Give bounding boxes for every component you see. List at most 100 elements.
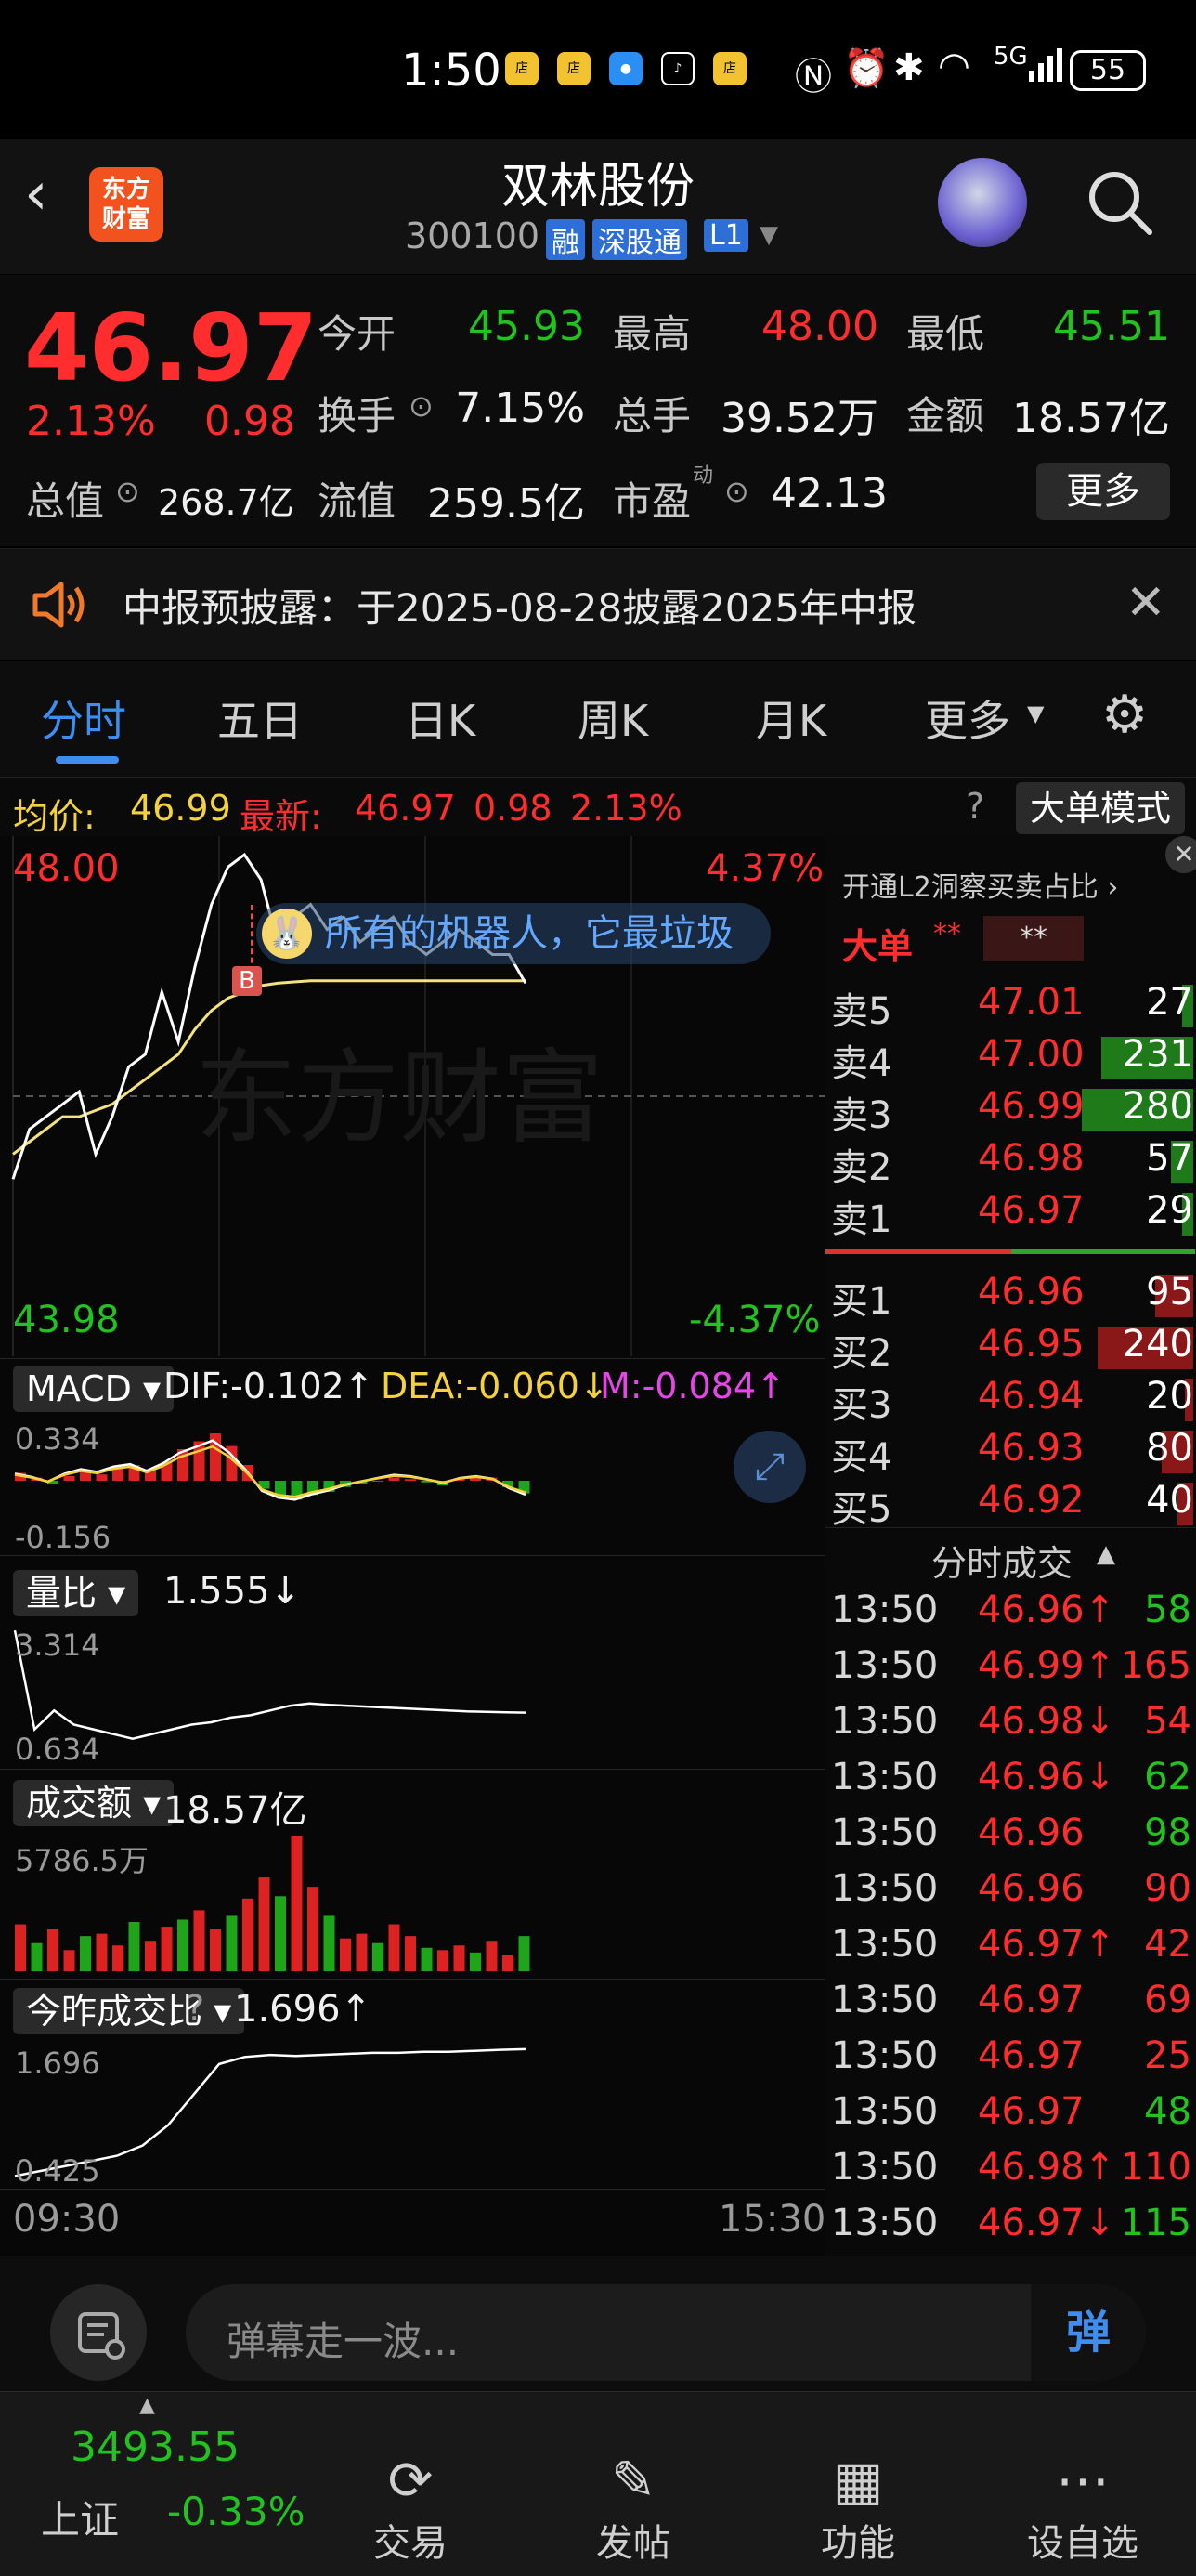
close-icon[interactable]: ✕ — [1125, 575, 1166, 631]
indicator-select-macd[interactable]: MACD ▾ — [13, 1366, 175, 1412]
indicator-select-day-ratio[interactable]: 今昨成交比 ▾ — [13, 1988, 245, 2034]
macd-bar — [372, 1481, 384, 1482]
amount-bar — [47, 1929, 58, 1971]
close-panel-icon[interactable]: ✕ — [1165, 836, 1196, 873]
amount-bar — [421, 1947, 433, 1971]
index-change[interactable]: -0.33% — [167, 2489, 306, 2534]
tick-time: 13:50 — [831, 1867, 939, 1910]
amount-bar — [486, 1941, 498, 1971]
tab-monthly-k[interactable]: 月K — [756, 687, 826, 749]
tab-intraday[interactable]: 分时 — [41, 687, 126, 749]
indicator-select-amount[interactable]: 成交额 ▾ — [13, 1780, 175, 1826]
day-ratio-chart[interactable] — [0, 2040, 825, 2185]
pe-label: 市盈 — [613, 478, 692, 524]
danmaku-bubble[interactable]: 🐰 所有的机器人，它最垃圾 — [256, 903, 771, 964]
nav-trade[interactable]: ⟳ 交易 — [336, 2448, 485, 2567]
high-value: 48.00 — [761, 303, 878, 350]
tab-daily-k[interactable]: 日K — [405, 687, 475, 749]
bid-row-label: 买5 — [831, 1488, 892, 1531]
tick-price: 46.96↑ — [978, 1589, 1116, 1631]
nav-post-label: 发帖 — [596, 2522, 670, 2565]
tab-five-day[interactable]: 五日 — [217, 687, 303, 749]
bid-row-qty: 240 — [1122, 1323, 1193, 1366]
info-icon[interactable]: ⊙ — [115, 474, 140, 509]
amount-value-label: 18.57亿 — [163, 1789, 307, 1832]
tab-more[interactable]: 更多 — [925, 687, 1010, 749]
bid-row-price[interactable]: 46.94 — [978, 1375, 1085, 1418]
index-name[interactable]: 上证 — [41, 2489, 119, 2545]
amount-bar — [323, 1915, 335, 1971]
amount-bar — [96, 1933, 108, 1971]
caret-down-icon[interactable]: ▼ — [1027, 700, 1044, 726]
buy-marker-b[interactable]: B — [232, 966, 262, 996]
index-value[interactable]: 3493.55 — [71, 2424, 240, 2471]
ask-row-price[interactable]: 47.01 — [978, 981, 1085, 1024]
more-dots-icon: ⋯ — [1056, 2449, 1110, 2512]
big-order-label: 大单 — [842, 926, 914, 967]
bid-row-price[interactable]: 46.95 — [978, 1323, 1085, 1366]
volume-ratio-chart[interactable] — [0, 1622, 825, 1761]
app-notification-icon: 店 — [557, 52, 591, 85]
float-value: 259.5亿 — [427, 480, 585, 528]
amount-bar — [15, 1924, 26, 1971]
search-icon[interactable] — [1086, 169, 1153, 236]
ticks-header[interactable]: 分时成交 — [931, 1535, 1072, 1586]
badge-margin: 融 — [546, 219, 585, 260]
help-icon[interactable]: ? — [186, 1988, 204, 2029]
amount-bar — [275, 1896, 286, 1971]
info-icon[interactable]: ⊙ — [724, 474, 749, 509]
quote-panel: 46.97 2.13% 0.98 今开 45.93 最高 48.00 最低 45… — [0, 275, 1196, 546]
bid-row-label: 买4 — [831, 1436, 892, 1479]
settings-gear-icon[interactable]: ⚙ — [1101, 689, 1148, 741]
big-order-mode-button[interactable]: 大单模式 — [1016, 782, 1185, 834]
send-danmaku-button[interactable]: 弹 — [1031, 2284, 1146, 2381]
ask-ratio-bar — [826, 1249, 1011, 1254]
ask-row-price[interactable]: 46.97 — [978, 1189, 1085, 1232]
ask-row-price[interactable]: 47.00 — [978, 1033, 1085, 1076]
nav-post[interactable]: ✎ 发帖 — [559, 2448, 708, 2567]
nav-add-watchlist[interactable]: ⋯ 设自选 — [1008, 2448, 1157, 2567]
watermark: 东方财富 — [195, 1039, 604, 1157]
float-label: 流值 — [318, 478, 396, 524]
amount-bar — [226, 1915, 238, 1971]
bid-row-price[interactable]: 46.96 — [978, 1271, 1085, 1314]
more-button[interactable]: 更多 — [1036, 463, 1170, 520]
pe-dynamic-sup: 动 — [693, 464, 714, 488]
bid-row-price[interactable]: 46.93 — [978, 1427, 1085, 1470]
danmaku-toggle-button[interactable] — [50, 2284, 147, 2381]
tick-volume: 110 — [1120, 2146, 1191, 2189]
ask-row-price[interactable]: 46.99 — [978, 1085, 1085, 1128]
sort-up-icon[interactable]: ▲ — [1097, 1540, 1115, 1568]
bid-row-price[interactable]: 46.92 — [978, 1479, 1085, 1522]
big-order-v2: ** — [983, 916, 1084, 961]
nav-add-watchlist-label: 设自选 — [1027, 2522, 1138, 2565]
bid-ratio-bar — [1011, 1249, 1195, 1254]
amount-bar — [372, 1942, 384, 1971]
expand-icon[interactable]: ⤢ — [734, 1431, 806, 1503]
ask-row-price[interactable]: 46.98 — [978, 1137, 1085, 1180]
robot-avatar-icon[interactable] — [938, 158, 1027, 247]
low-value: 45.51 — [1053, 303, 1170, 350]
edit-icon: ✎ — [610, 2449, 656, 2512]
danmaku-input[interactable]: 弹幕走一波... 弹 — [186, 2284, 1146, 2381]
x-start-label: 09:30 — [13, 2198, 121, 2241]
tick-price: 46.98↓ — [978, 1700, 1116, 1743]
info-icon[interactable]: ⊙ — [409, 388, 434, 424]
latest-label: 最新: — [240, 796, 322, 837]
badge-level[interactable]: L1 — [704, 219, 748, 252]
bid-row-qty: 20 — [1146, 1375, 1193, 1418]
notice-bar[interactable]: 中报预披露：于2025-08-28披露2025年中报 ✕ — [0, 548, 1196, 660]
tick-volume: 69 — [1144, 1979, 1191, 2021]
bid-row-qty: 40 — [1146, 1479, 1193, 1522]
tab-weekly-k[interactable]: 周K — [578, 687, 648, 749]
chart-area[interactable]: 东方财富 48.00 4.37% 43.98 -4.37% B 🐰 所有的机器人… — [0, 836, 826, 2256]
danmaku-placeholder: 弹幕走一波... — [227, 2319, 460, 2364]
help-icon[interactable]: ? — [966, 786, 984, 827]
chevron-down-icon[interactable]: ▼ — [760, 221, 778, 249]
macd-chart[interactable] — [0, 1418, 825, 1544]
indicator-select-volume-ratio[interactable]: 量比 ▾ — [13, 1570, 139, 1616]
nav-functions[interactable]: ▦ 功能 — [784, 2448, 932, 2567]
amount-value: 18.57亿 — [1012, 395, 1170, 442]
l2-insight-link[interactable]: 开通L2洞察买卖占比 › — [842, 864, 1118, 905]
danmaku-text: 所有的机器人，它最垃圾 — [325, 912, 734, 955]
